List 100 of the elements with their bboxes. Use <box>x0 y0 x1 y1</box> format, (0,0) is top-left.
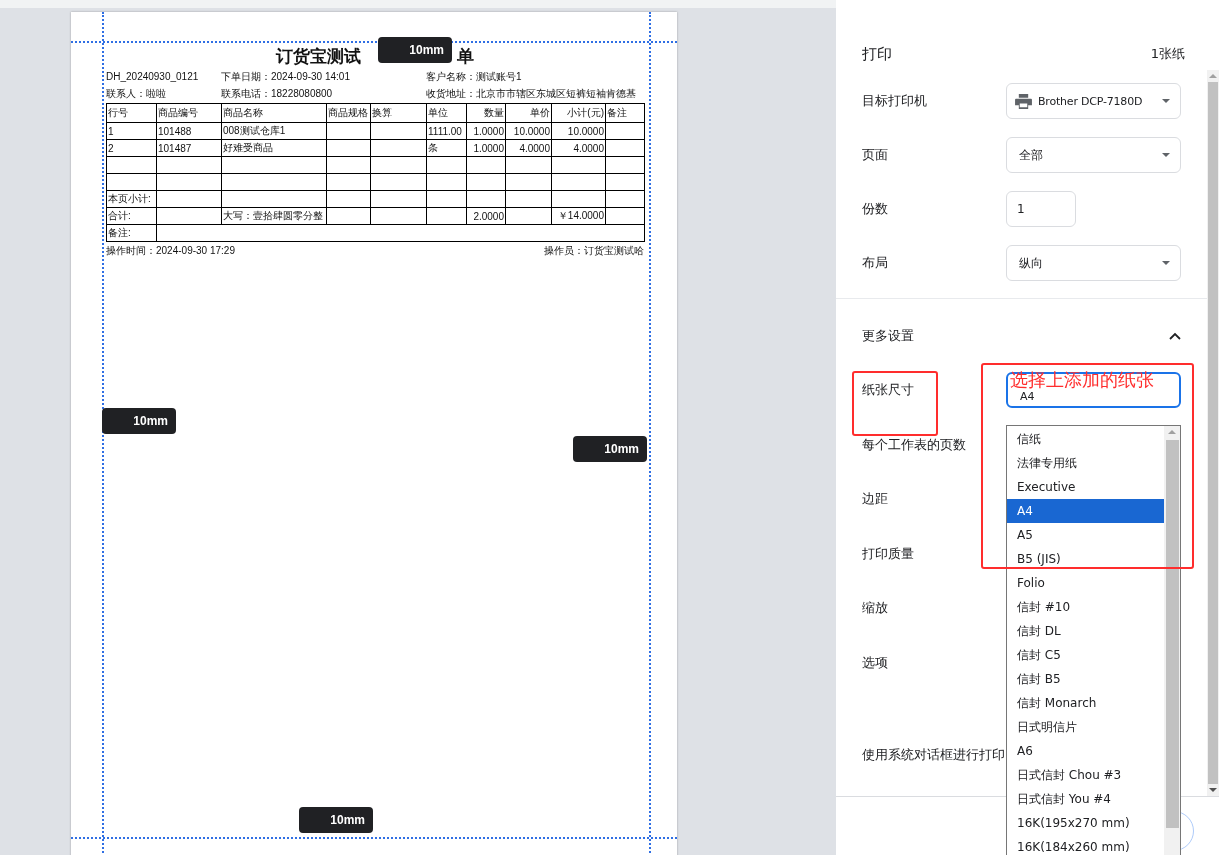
select-field[interactable]: 全部 <box>1006 137 1181 173</box>
setting-label: 目标打印机 <box>862 92 927 110</box>
column-header: 行号 <box>106 103 157 123</box>
info-text: 收货地址：北京市市辖区东城区短裤短袖肯德基 <box>426 86 637 101</box>
table-cell: 1 <box>106 122 157 140</box>
setting-label: 缩放 <box>862 599 888 618</box>
table-cell: 4.0000 <box>551 139 606 157</box>
dropdown-option[interactable]: Executive <box>1007 475 1164 499</box>
dropdown-option[interactable]: 信纸 <box>1007 427 1164 451</box>
table-cell: 101488 <box>156 122 222 140</box>
table-cell <box>156 156 222 174</box>
column-header: 数量 <box>466 103 506 123</box>
dropdown-option[interactable]: 信封 C5 <box>1007 643 1164 667</box>
info-text: 联系人：啦啦 <box>106 86 167 101</box>
column-header: 商品规格 <box>326 103 371 123</box>
info-text: 联系电话：18228080800 <box>221 86 334 101</box>
dropdown-option[interactable]: 16K(195x270 mm) <box>1007 811 1164 835</box>
info-text: 客户名称：测试账号1 <box>426 69 523 84</box>
dropdown-option[interactable]: 信封 DL <box>1007 619 1164 643</box>
table-cell <box>505 190 552 208</box>
table-cell <box>156 190 222 208</box>
table-cell <box>426 156 467 174</box>
scroll-up-icon[interactable] <box>1209 74 1217 78</box>
table-cell <box>466 156 506 174</box>
setting-label: 选项 <box>862 653 888 672</box>
dropdown-option[interactable]: A6 <box>1007 739 1164 763</box>
column-header: 商品名称 <box>221 103 327 123</box>
table-cell: 备注: <box>106 224 157 242</box>
printer-icon <box>1015 93 1032 109</box>
table-cell <box>326 190 371 208</box>
table-cell: 008测试仓库1 <box>221 122 327 140</box>
dropdown-option[interactable]: 信封 Monarch <box>1007 691 1164 715</box>
table-cell <box>326 139 371 157</box>
table-cell <box>605 122 645 140</box>
sheet-count: 1张纸 <box>1150 45 1185 63</box>
margin-tooltip: 10mm <box>378 37 452 63</box>
footer-text: 操作员：订货宝测试哈 <box>544 244 644 258</box>
scrollbar[interactable] <box>1207 70 1219 796</box>
dropdown-option[interactable]: A4 <box>1007 499 1164 523</box>
caret-icon <box>1162 261 1170 265</box>
dropdown-option[interactable]: 16K(184x260 mm) <box>1007 835 1164 855</box>
info-text: 下单日期：2024-09-30 14:01 <box>221 69 351 84</box>
table-cell: 4.0000 <box>505 139 552 157</box>
table-cell <box>466 173 506 191</box>
margin-tooltip: 10mm <box>102 408 176 434</box>
dropdown-option[interactable]: B5 (JIS) <box>1007 547 1164 571</box>
caret-icon <box>1162 153 1170 157</box>
select-field[interactable]: 纵向 <box>1006 245 1181 281</box>
scroll-down-icon[interactable] <box>1209 788 1217 792</box>
column-header: 单价 <box>505 103 552 123</box>
dropdown-option[interactable]: Folio <box>1007 571 1164 595</box>
table-cell: 1.0000 <box>466 139 506 157</box>
margin-tooltip: 10mm <box>573 436 647 462</box>
document-title: 单 <box>457 44 474 68</box>
table-cell <box>156 207 222 225</box>
table-cell <box>370 156 427 174</box>
printer-select[interactable]: Brother DCP-7180D <box>1006 83 1181 119</box>
system-dialog-link[interactable]: 使用系统对话框进行打印 <box>862 746 1005 764</box>
table-cell: 1.0000 <box>466 122 506 140</box>
dropdown-option[interactable]: 信封 #10 <box>1007 595 1164 619</box>
table-cell <box>326 122 371 140</box>
table-cell <box>605 156 645 174</box>
table-cell <box>156 173 222 191</box>
dropdown-option[interactable]: 日式明信片 <box>1007 715 1164 739</box>
table-cell <box>326 173 371 191</box>
table-cell <box>106 173 157 191</box>
setting-label: 页面 <box>862 146 888 164</box>
scroll-up-icon[interactable] <box>1168 430 1176 434</box>
setting-label: 布局 <box>862 254 888 272</box>
table-cell <box>326 156 371 174</box>
table-cell <box>605 207 645 225</box>
setting-label: 纸张尺寸 <box>862 381 914 400</box>
dropdown-option[interactable]: 日式信封 Chou #3 <box>1007 763 1164 787</box>
table-cell: 2 <box>106 139 157 157</box>
column-header: 小计(元) <box>551 103 606 123</box>
table-cell <box>505 156 552 174</box>
dropdown-option[interactable]: 日式信封 You #4 <box>1007 787 1164 811</box>
column-header: 商品编号 <box>156 103 222 123</box>
table-cell <box>426 173 467 191</box>
column-header: 换算 <box>370 103 427 123</box>
dropdown-option[interactable]: 信封 B5 <box>1007 667 1164 691</box>
table-cell <box>466 190 506 208</box>
table-cell <box>370 122 427 140</box>
table-cell <box>605 190 645 208</box>
more-settings-toggle[interactable]: 更多设置 <box>836 309 1207 363</box>
table-cell <box>370 173 427 191</box>
info-text: DH_20240930_0121 <box>106 71 200 82</box>
dropdown-option[interactable]: 法律专用纸 <box>1007 451 1164 475</box>
table-cell <box>505 173 552 191</box>
input-field[interactable]: 1 <box>1006 191 1076 227</box>
table-cell: 条 <box>426 139 467 157</box>
table-cell <box>551 190 606 208</box>
table-cell <box>426 190 467 208</box>
setting-label: 打印质量 <box>862 544 914 563</box>
table-cell: 1111.00 <box>426 122 467 140</box>
dropdown-option[interactable]: A5 <box>1007 523 1164 547</box>
margin-tooltip: 10mm <box>299 807 373 833</box>
column-header: 单位 <box>426 103 467 123</box>
setting-label: 边距 <box>862 490 888 509</box>
scrollbar[interactable] <box>1164 426 1180 855</box>
